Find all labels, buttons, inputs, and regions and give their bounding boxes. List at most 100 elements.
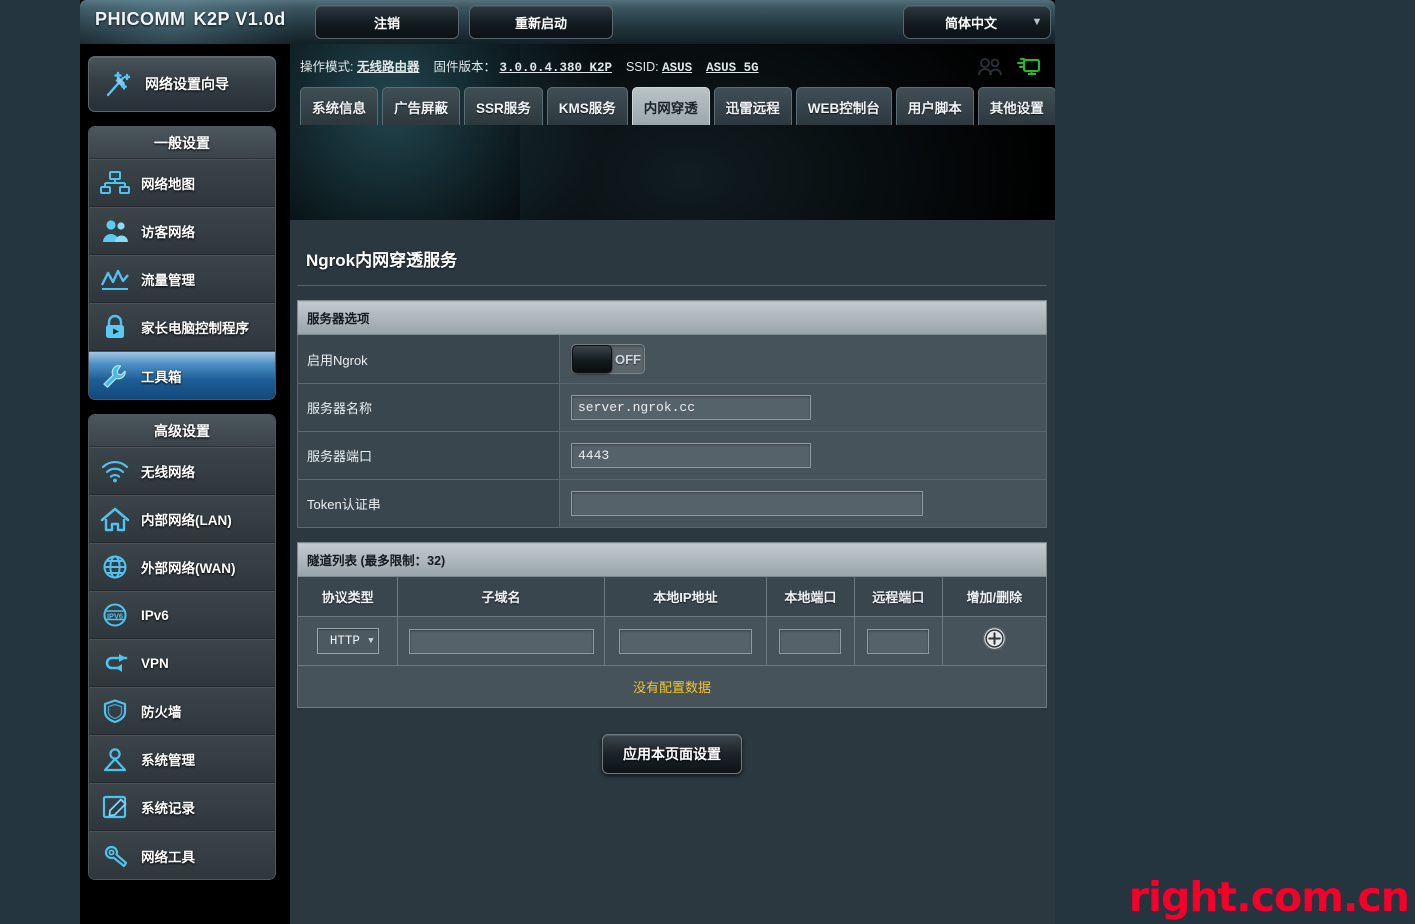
language-selector[interactable]: 简体中文 ▼	[903, 5, 1051, 39]
sidebar-item-lan[interactable]: 内部网络(LAN)	[89, 495, 275, 543]
traffic-manager-icon	[89, 266, 141, 292]
chevron-down-icon: ▼	[368, 636, 374, 646]
server-name-input[interactable]	[571, 395, 811, 420]
sidebar-item-label: 防火墙	[141, 705, 182, 720]
svg-text:IPV6: IPV6	[107, 611, 123, 620]
tunnel-list-section-header: 隧道列表 (最多限制：32)	[297, 542, 1047, 577]
row-server-port: 服务器端口	[297, 431, 1047, 480]
toggle-state-label: OFF	[615, 351, 641, 367]
tab-web-console[interactable]: WEB控制台	[795, 87, 892, 125]
tunnel-table-header-row: 协议类型 子域名 本地IP地址 本地端口 远程端口 增加/删除	[296, 576, 1048, 617]
sidebar-item-firewall[interactable]: 防火墙	[89, 687, 275, 735]
sidebar-item-label: 外部网络(WAN)	[141, 561, 236, 576]
sidebar-item-wan[interactable]: 外部网络(WAN)	[89, 543, 275, 591]
toggle-knob	[572, 345, 612, 373]
row-enable-ngrok: 启用Ngrok OFF	[297, 334, 1047, 384]
network-map-icon	[89, 170, 141, 196]
sidebar-item-label: 内部网络(LAN)	[141, 513, 232, 528]
add-circle-icon[interactable]	[981, 625, 1008, 657]
network-monitor-icon[interactable]	[1015, 56, 1041, 78]
col-subdomain: 子域名	[397, 576, 605, 617]
banner-area: 操作模式: 无线路由器 固件版本： 3.0.0.4.380_K2P SSID: …	[290, 44, 1055, 220]
ssid-label: SSID:	[625, 60, 659, 74]
sidebar-item-vpn[interactable]: VPN	[89, 639, 275, 687]
sidebar-item-toolbox[interactable]: 工具箱	[89, 351, 275, 399]
sidebar-item-label: 系统管理	[141, 753, 195, 768]
col-local-ip: 本地IP地址	[603, 576, 768, 617]
token-input[interactable]	[571, 491, 923, 516]
sidebar-item-label: 访客网络	[141, 225, 195, 240]
page-title: Ngrok内网穿透服务	[297, 226, 1047, 286]
enable-ngrok-toggle[interactable]: OFF	[571, 344, 645, 374]
ipv6-icon: IPV6	[89, 602, 141, 628]
server-port-input[interactable]	[571, 443, 811, 468]
sidebar-item-wireless[interactable]: 无线网络	[89, 447, 275, 495]
sidebar-item-guest-network[interactable]: 访客网络	[89, 207, 275, 255]
tab-other-settings[interactable]: 其他设置	[977, 87, 1055, 125]
server-options-section-header: 服务器选项	[297, 300, 1047, 335]
sidebar-item-administration[interactable]: 系统管理	[89, 735, 275, 783]
remote-port-input[interactable]	[867, 628, 930, 654]
protocol-select[interactable]: HTTP ▼	[316, 628, 379, 654]
home-icon	[89, 506, 141, 532]
protocol-select-value: HTTP	[329, 634, 360, 648]
tab-ssr-service[interactable]: SSR服务	[464, 87, 543, 125]
empty-message: 没有配置数据	[297, 665, 1047, 708]
tab-xunlei-remote[interactable]: 迅雷远程	[713, 87, 792, 125]
top-header-bar: PHICOMM K2P V1.0d 注销 重新启动 简体中文 ▼	[80, 0, 1055, 44]
local-port-input[interactable]	[779, 628, 842, 654]
apply-settings-button[interactable]: 应用本页面设置	[602, 734, 742, 774]
brand-logo: PHICOMM K2P V1.0d	[95, 9, 286, 30]
section-title: 隧道列表 (最多限制：32)	[297, 542, 1047, 577]
reboot-button[interactable]: 重新启动	[469, 5, 613, 39]
sidebar-item-label: 网络设置向导	[145, 76, 229, 92]
site-watermark: right.com.cn	[1128, 873, 1410, 921]
sidebar: 网络设置向导 一般设置 网络地图 访客网络 流量管理 家长电脑控制程序 工具箱 …	[88, 56, 276, 880]
sidebar-item-label: VPN	[141, 655, 169, 671]
sidebar-group-title-general: 一般设置	[89, 127, 275, 159]
token-label: Token认证串	[297, 479, 560, 528]
sidebar-item-label: IPv6	[141, 607, 169, 623]
sidebar-group-general: 一般设置 网络地图 访客网络 流量管理 家长电脑控制程序 工具箱	[88, 126, 276, 400]
sidebar-item-label: 网络工具	[141, 849, 195, 865]
operation-mode-label: 操作模式:	[300, 60, 354, 74]
system-log-icon	[89, 794, 141, 820]
apply-button-wrapper: 应用本页面设置	[297, 734, 1047, 774]
firmware-version[interactable]: 3.0.0.4.380_K2P	[499, 61, 612, 75]
logout-button[interactable]: 注销	[315, 5, 459, 39]
tunnel-list-table: 隧道列表 (最多限制：32) 协议类型 子域名 本地IP地址 本地端口 远程端口…	[296, 542, 1048, 708]
subdomain-input[interactable]	[408, 628, 594, 654]
tab-user-script[interactable]: 用户脚本	[895, 87, 974, 125]
tunnel-new-entry-row: HTTP ▼	[296, 616, 1048, 666]
sidebar-item-setup-wizard[interactable]: 网络设置向导	[88, 56, 276, 112]
chevron-down-icon: ▼	[1031, 16, 1043, 28]
sidebar-item-system-log[interactable]: 系统记录	[89, 783, 275, 831]
sidebar-item-traffic-manager[interactable]: 流量管理	[89, 255, 275, 303]
tab-system-info[interactable]: 系统信息	[300, 87, 378, 125]
server-options-table: 服务器选项 启用Ngrok OFF 服务器名称 server.ngrok.cc …	[297, 300, 1047, 528]
local-ip-input[interactable]	[618, 628, 752, 654]
row-token: Token认证串	[297, 479, 1047, 528]
col-local-port: 本地端口	[766, 576, 855, 617]
tab-intranet-penetration[interactable]: 内网穿透	[631, 87, 710, 125]
ngrok-panel: Ngrok内网穿透服务 服务器选项 启用Ngrok OFF 服务器名称 serv…	[296, 226, 1048, 774]
sidebar-item-parental-control[interactable]: 家长电脑控制程序	[89, 303, 275, 351]
sidebar-item-label: 家长电脑控制程序	[141, 321, 249, 336]
shield-icon	[89, 698, 141, 724]
tab-kms-service[interactable]: KMS服务	[546, 87, 628, 125]
clients-icon[interactable]	[977, 57, 1003, 77]
tab-ad-block[interactable]: 广告屏蔽	[382, 87, 460, 125]
col-protocol: 协议类型	[296, 576, 399, 617]
sidebar-item-network-map[interactable]: 网络地图	[89, 159, 275, 207]
sidebar-item-ipv6[interactable]: IPV6 IPv6	[89, 591, 275, 639]
sidebar-item-label: 流量管理	[141, 273, 195, 288]
wifi-icon	[89, 458, 141, 484]
col-remote-port: 远程端口	[853, 576, 943, 617]
sidebar-item-network-tools[interactable]: 网络工具	[89, 831, 275, 879]
ssid-24g[interactable]: ASUS	[662, 61, 692, 75]
sidebar-group-advanced: 高级设置 无线网络 内部网络(LAN) 外部网络(WAN) IPV6 IPv6 …	[88, 414, 276, 880]
col-add-delete: 增加/删除	[941, 576, 1048, 617]
ssid-5g[interactable]: ASUS_5G	[706, 61, 759, 75]
enable-ngrok-label: 启用Ngrok	[297, 334, 560, 384]
operation-mode-value[interactable]: 无线路由器	[357, 60, 420, 74]
